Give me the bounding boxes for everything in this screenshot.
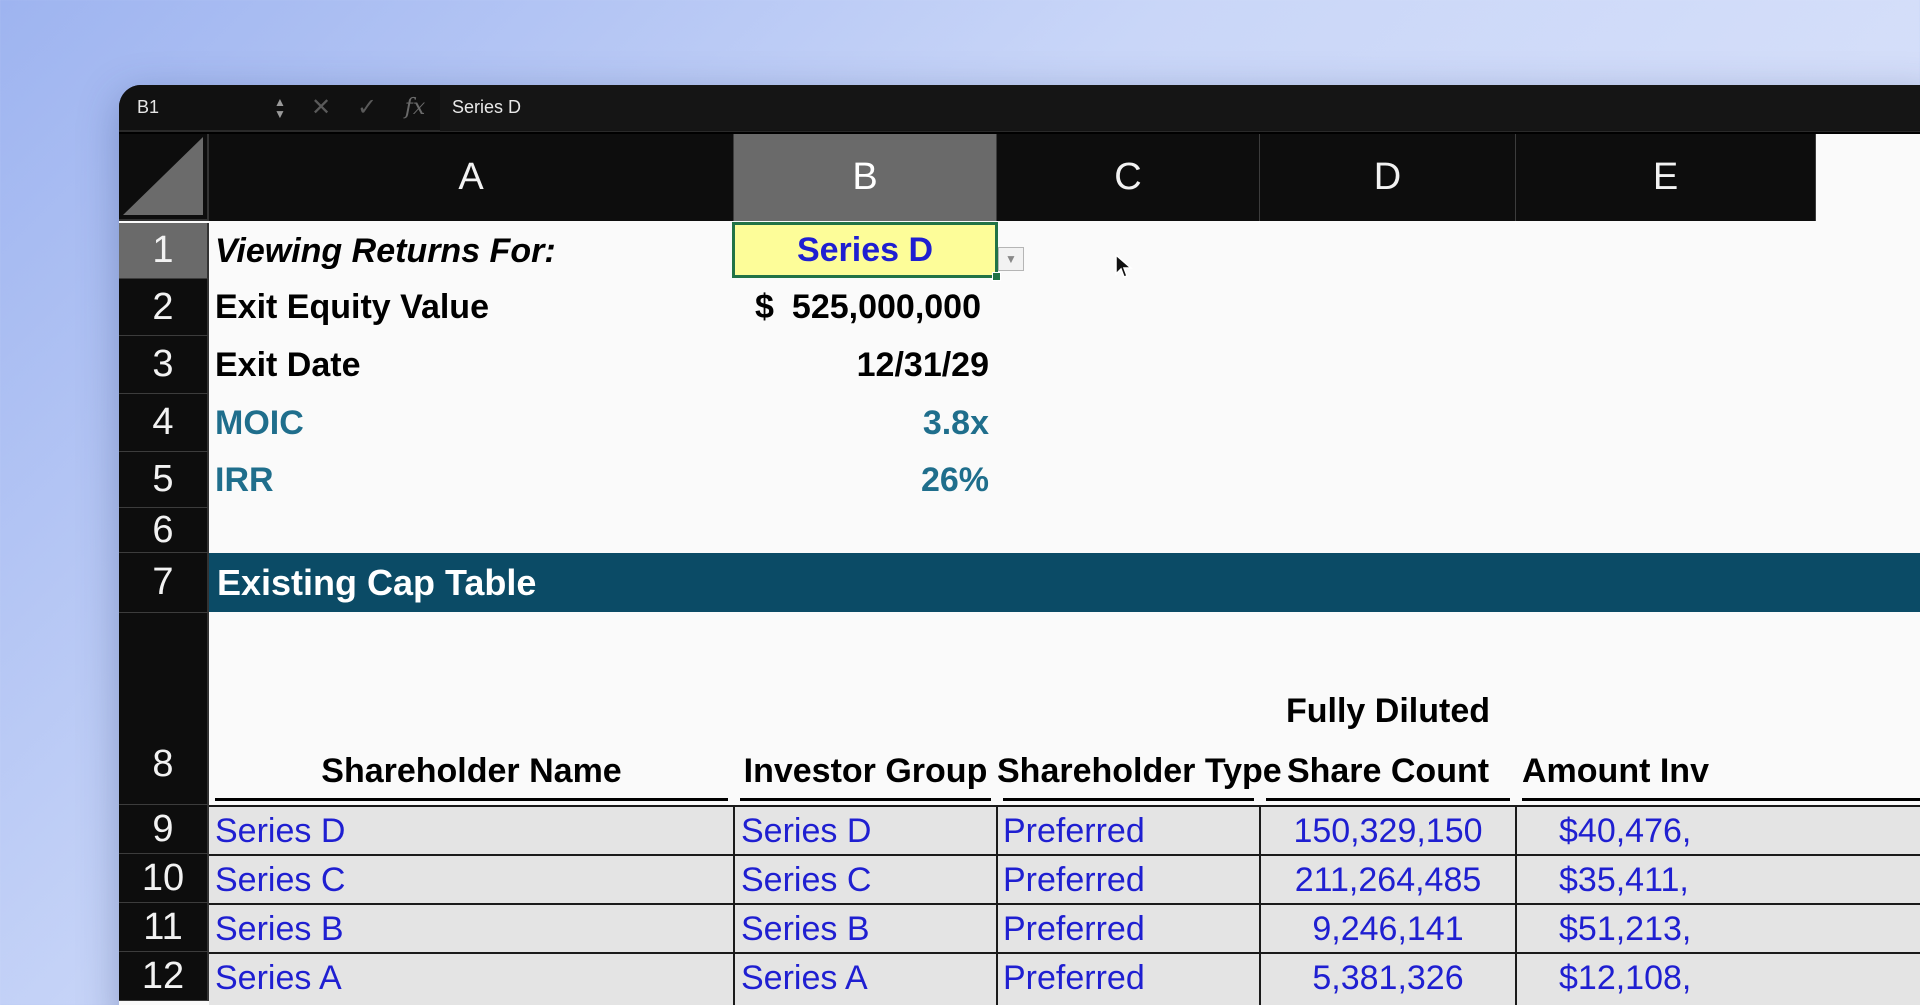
column-header-c[interactable]: C xyxy=(997,134,1260,221)
formula-bar: B1 ▲ ▼ ✕ ✓ fx Series D xyxy=(119,85,1920,132)
row-header-9[interactable]: 9 xyxy=(119,805,209,854)
header-share-count: Share Count xyxy=(1286,752,1490,790)
row-header-3[interactable]: 3 xyxy=(119,336,209,394)
exit-equity-label: Exit Equity Value xyxy=(215,288,489,326)
grid-line xyxy=(733,805,735,1005)
shareholder-name-cell[interactable]: Series C xyxy=(215,856,345,904)
exit-date-value[interactable]: 12/31/29 xyxy=(759,336,989,394)
cap-table-banner: Existing Cap Table xyxy=(209,553,1920,612)
row-header-10[interactable]: 10 xyxy=(119,854,209,903)
row-header-5[interactable]: 5 xyxy=(119,452,209,508)
share-count-cell[interactable]: 5,381,326 xyxy=(1260,954,1516,1002)
investor-selector-value: Series D xyxy=(796,230,934,269)
mouse-cursor-icon xyxy=(1115,254,1133,278)
formula-input[interactable]: Series D xyxy=(440,85,1920,131)
row-header-6[interactable]: 6 xyxy=(119,508,209,553)
header-underline-b xyxy=(740,798,991,801)
dropdown-arrow-icon[interactable]: ▼ xyxy=(998,247,1024,271)
investor-group-cell[interactable]: Series B xyxy=(741,905,870,953)
cancel-icon[interactable]: ✕ xyxy=(298,85,344,131)
shareholder-type-cell[interactable]: Preferred xyxy=(1003,856,1145,904)
exit-equity-value[interactable]: 525,000,000 xyxy=(759,279,981,336)
column-header-b[interactable]: B xyxy=(734,134,997,221)
share-count-cell[interactable]: 211,264,485 xyxy=(1260,856,1516,904)
share-count-cell[interactable]: 9,246,141 xyxy=(1260,905,1516,953)
investor-group-cell[interactable]: Series A xyxy=(741,954,868,1002)
cap-table-title: Existing Cap Table xyxy=(217,561,537,603)
amount-invested-cell[interactable]: $35,411, xyxy=(1559,856,1689,904)
header-underline-d xyxy=(1266,798,1510,801)
column-header-a[interactable]: A xyxy=(209,134,734,221)
header-underline-e xyxy=(1522,798,1920,801)
header-shareholder-name: Shareholder Name xyxy=(321,752,622,790)
shareholder-type-cell[interactable]: Preferred xyxy=(1003,954,1145,1002)
moic-label: MOIC xyxy=(215,403,304,442)
row-header-1[interactable]: 1 xyxy=(119,223,209,279)
column-header-e[interactable]: E xyxy=(1516,134,1816,221)
irr-label: IRR xyxy=(215,460,274,499)
row-header-4[interactable]: 4 xyxy=(119,394,209,452)
header-investor-group: Investor Group xyxy=(743,752,988,790)
shareholder-type-cell[interactable]: Preferred xyxy=(1003,807,1145,855)
investor-group-cell[interactable]: Series C xyxy=(741,856,871,904)
exit-date-label: Exit Date xyxy=(215,345,361,384)
header-underline-c xyxy=(1003,798,1254,801)
amount-invested-cell[interactable]: $51,213, xyxy=(1559,905,1691,953)
confirm-check-icon[interactable]: ✓ xyxy=(344,85,390,131)
shareholder-type-cell[interactable]: Preferred xyxy=(1003,905,1145,953)
investor-selector-cell[interactable]: Series D xyxy=(732,222,1001,281)
share-count-cell[interactable]: 150,329,150 xyxy=(1260,807,1516,855)
function-icon[interactable]: fx xyxy=(390,95,440,120)
header-underline-a xyxy=(215,798,728,801)
row-header-2[interactable]: 2 xyxy=(119,279,209,336)
header-fully-diluted: Fully Diluted xyxy=(1286,692,1490,730)
shareholder-name-cell[interactable]: Series B xyxy=(215,905,344,953)
fill-handle[interactable] xyxy=(992,272,1001,281)
moic-value[interactable]: 3.8x xyxy=(759,394,989,452)
row-header-12[interactable]: 12 xyxy=(119,952,209,1001)
grid-line xyxy=(996,805,998,1005)
sheet-grid: A B C D E 1 2 3 4 5 6 7 8 9 10 11 12 Vie… xyxy=(119,134,1920,1005)
row-header-8[interactable]: 8 xyxy=(119,613,209,805)
amount-invested-cell[interactable]: $40,476, xyxy=(1559,807,1691,855)
row-header-11[interactable]: 11 xyxy=(119,903,209,952)
name-box-stepper-icon[interactable]: ▲ ▼ xyxy=(262,85,298,131)
header-amount-invested: Amount Inv xyxy=(1522,752,1709,790)
column-header-d[interactable]: D xyxy=(1260,134,1516,221)
shareholder-name-cell[interactable]: Series A xyxy=(215,954,342,1002)
name-box[interactable]: B1 xyxy=(119,85,262,131)
spreadsheet-window: B1 ▲ ▼ ✕ ✓ fx Series D A B C D E 1 2 3 4 … xyxy=(119,85,1920,1005)
irr-value[interactable]: 26% xyxy=(759,452,989,508)
amount-invested-cell[interactable]: $12,108, xyxy=(1559,954,1691,1002)
investor-group-cell[interactable]: Series D xyxy=(741,807,871,855)
shareholder-name-cell[interactable]: Series D xyxy=(215,807,345,855)
select-all-corner[interactable] xyxy=(119,134,209,221)
row-header-7[interactable]: 7 xyxy=(119,553,209,613)
viewing-returns-label: Viewing Returns For: xyxy=(215,231,556,270)
header-shareholder-type: Shareholder Type xyxy=(997,752,1282,790)
